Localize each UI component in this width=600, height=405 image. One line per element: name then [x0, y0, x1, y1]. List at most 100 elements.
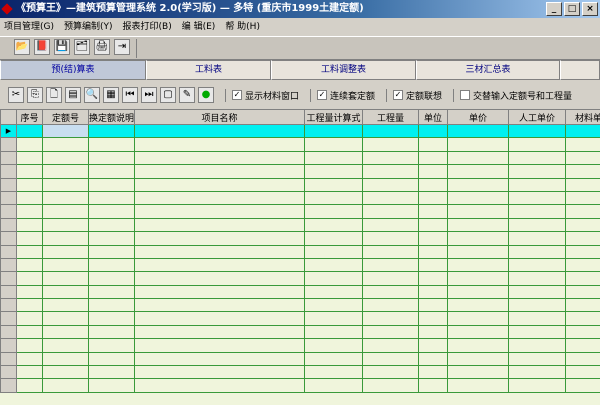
grid-cell[interactable]: [362, 244, 419, 259]
grid-cell[interactable]: [42, 324, 89, 340]
search-icon[interactable]: 🔍: [84, 87, 100, 103]
grid-cell[interactable]: [304, 217, 363, 233]
grid-cell[interactable]: [447, 284, 509, 300]
grid-cell[interactable]: [508, 284, 566, 300]
column-header[interactable]: 人工单价: [508, 109, 566, 125]
table-row[interactable]: [0, 217, 600, 233]
grid-cell[interactable]: [565, 150, 600, 166]
grid-cell[interactable]: [447, 271, 509, 286]
grid-cell[interactable]: [42, 190, 89, 206]
grid-cell[interactable]: [418, 257, 448, 273]
grid-cell[interactable]: [418, 338, 448, 353]
grid-cell[interactable]: [134, 311, 305, 326]
checkbox-continuous-quota[interactable]: ✓ 连续套定额: [310, 88, 375, 102]
grid-cell[interactable]: [304, 351, 363, 367]
grid-cell[interactable]: [362, 338, 419, 353]
grid-cell[interactable]: [362, 204, 419, 219]
grid-cell[interactable]: [508, 311, 566, 326]
grid-cell[interactable]: [508, 378, 566, 393]
checkbox-show-material[interactable]: ✓ 显示材料窗口: [225, 88, 299, 102]
grid-cell[interactable]: [418, 190, 448, 206]
grid-cell[interactable]: [362, 271, 419, 286]
grid-cell[interactable]: [565, 351, 600, 367]
grid-cell[interactable]: [42, 150, 89, 166]
grid-cell[interactable]: [88, 338, 135, 353]
grid-cell[interactable]: [362, 311, 419, 326]
grid-cell[interactable]: [565, 365, 600, 380]
column-header[interactable]: 工程量计算式: [304, 109, 363, 125]
grid-cell[interactable]: [418, 217, 448, 233]
table-row[interactable]: [0, 338, 600, 353]
save-icon[interactable]: 💾: [54, 39, 70, 55]
grid-cell[interactable]: [42, 365, 89, 380]
grid-cell[interactable]: [418, 311, 448, 326]
grid-cell[interactable]: [304, 311, 363, 326]
grid-cell[interactable]: [447, 324, 509, 340]
grid-cell[interactable]: [16, 284, 43, 300]
grid-cell[interactable]: [16, 150, 43, 166]
grid-cell[interactable]: [88, 190, 135, 206]
menu-project[interactable]: 项目管理(G): [4, 18, 54, 36]
grid-cell[interactable]: [362, 137, 419, 152]
grid-cell[interactable]: [565, 123, 600, 139]
grid-cell[interactable]: [418, 164, 448, 179]
grid-cell[interactable]: [88, 244, 135, 259]
table-row[interactable]: [0, 298, 600, 313]
grid-cell[interactable]: [42, 231, 89, 246]
grid-cell[interactable]: [508, 164, 566, 179]
grid-cell[interactable]: [16, 338, 43, 353]
grid-cell[interactable]: [304, 338, 363, 353]
grid-cell[interactable]: [134, 351, 305, 367]
grid-cell[interactable]: [418, 324, 448, 340]
print-icon[interactable]: 🖨: [94, 39, 110, 55]
grid-cell[interactable]: [362, 351, 419, 367]
grid-cell[interactable]: [16, 298, 43, 313]
grid-cell[interactable]: [42, 177, 89, 192]
grid-cell[interactable]: [447, 217, 509, 233]
grid-cell[interactable]: [88, 150, 135, 166]
grid-cell[interactable]: [447, 351, 509, 367]
grid-cell[interactable]: [88, 351, 135, 367]
grid-cell[interactable]: [88, 271, 135, 286]
table-row[interactable]: ▶: [0, 123, 600, 139]
grid-cell[interactable]: [134, 284, 305, 300]
grid-cell[interactable]: [42, 284, 89, 300]
grid-cell[interactable]: [16, 257, 43, 273]
grid-cell[interactable]: [134, 244, 305, 259]
grid-cell[interactable]: [565, 271, 600, 286]
green-circle-icon[interactable]: ●: [198, 87, 214, 103]
grid-cell[interactable]: [447, 231, 509, 246]
grid-cell[interactable]: [88, 324, 135, 340]
grid-cell[interactable]: [565, 204, 600, 219]
table-row[interactable]: [0, 190, 600, 206]
grid-cell[interactable]: [88, 123, 135, 139]
grid-cell[interactable]: [362, 378, 419, 393]
grid-cell[interactable]: [304, 204, 363, 219]
grid-cell[interactable]: [565, 217, 600, 233]
grid-cell[interactable]: [447, 257, 509, 273]
grid-cell[interactable]: [304, 324, 363, 340]
grid-cell[interactable]: [447, 378, 509, 393]
grid-cell[interactable]: [418, 284, 448, 300]
grid-cell[interactable]: [88, 257, 135, 273]
grid-cell[interactable]: [418, 271, 448, 286]
grid-cell[interactable]: [565, 298, 600, 313]
grid-cell[interactable]: [508, 190, 566, 206]
menu-report[interactable]: 报表打印(B): [123, 18, 172, 36]
grid-cell[interactable]: [42, 351, 89, 367]
grid-cell[interactable]: [447, 338, 509, 353]
grid-cell[interactable]: [565, 284, 600, 300]
grid-cell[interactable]: [88, 204, 135, 219]
grid-cell[interactable]: [134, 271, 305, 286]
grid-cell[interactable]: [565, 164, 600, 179]
grid-cell[interactable]: [447, 190, 509, 206]
cut-icon[interactable]: ✂: [8, 87, 24, 103]
grid-cell[interactable]: [508, 137, 566, 152]
grid-cell[interactable]: [418, 365, 448, 380]
grid-cell[interactable]: [447, 177, 509, 192]
close-button[interactable]: ×: [582, 2, 598, 16]
open-folder-icon[interactable]: 📂: [14, 39, 30, 55]
grid-cell[interactable]: [88, 378, 135, 393]
grid-cell[interactable]: [362, 177, 419, 192]
grid-cell[interactable]: [362, 284, 419, 300]
